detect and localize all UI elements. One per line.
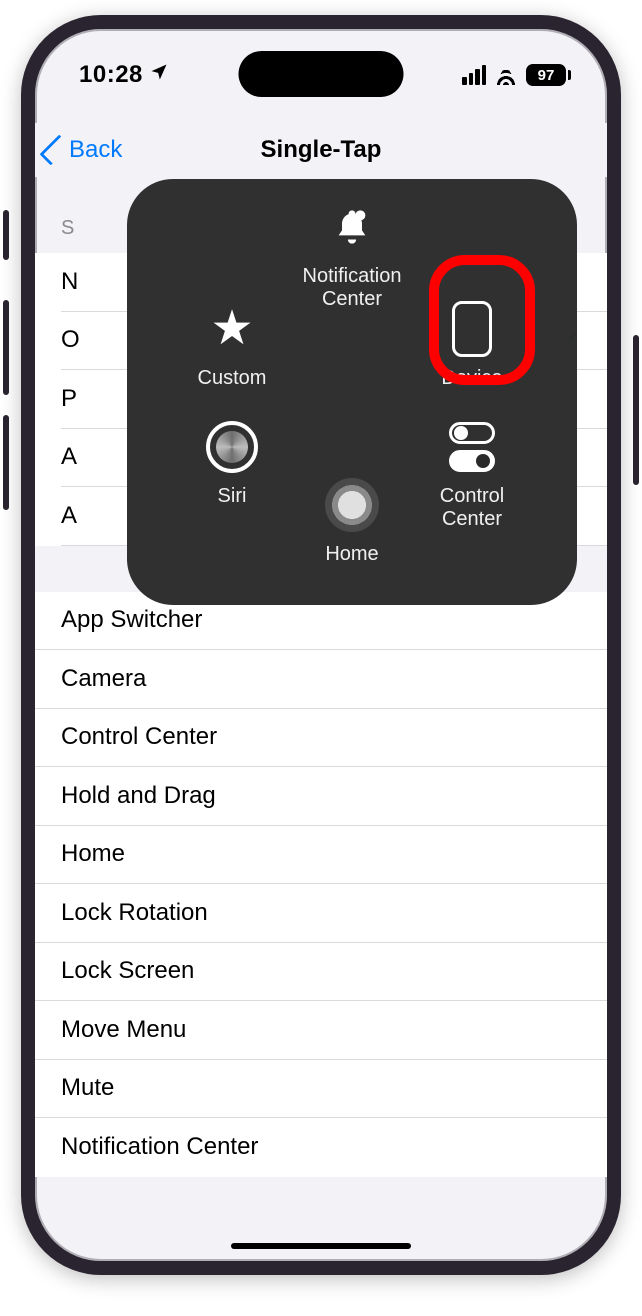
atouch-control-center[interactable]: Control Center bbox=[417, 419, 527, 531]
list-item[interactable]: Camera bbox=[35, 650, 607, 709]
list-item[interactable]: Hold and Drag bbox=[35, 767, 607, 826]
list-item[interactable]: Control Center bbox=[35, 709, 607, 768]
bell-icon bbox=[324, 199, 380, 255]
page-title: Single-Tap bbox=[261, 136, 382, 164]
list-item[interactable]: Home bbox=[35, 826, 607, 885]
atouch-home[interactable]: Home bbox=[297, 477, 407, 566]
location-arrow-icon bbox=[149, 62, 169, 88]
phone-outline-icon bbox=[444, 301, 500, 357]
cellular-signal-icon bbox=[462, 65, 486, 85]
home-indicator[interactable] bbox=[231, 1243, 411, 1249]
section-header: S bbox=[61, 217, 75, 240]
volume-up-button bbox=[3, 300, 9, 395]
atouch-label: Device bbox=[441, 367, 502, 390]
atouch-siri[interactable]: Siri bbox=[177, 419, 287, 508]
battery-indicator: 97 bbox=[526, 64, 571, 86]
list-item[interactable]: Lock Screen bbox=[35, 943, 607, 1002]
navigation-bar: Back Single-Tap bbox=[35, 123, 607, 177]
atouch-device[interactable]: Device bbox=[417, 301, 527, 390]
side-button bbox=[633, 335, 639, 485]
mute-switch bbox=[3, 210, 9, 260]
atouch-label: Siri bbox=[218, 485, 247, 508]
siri-icon bbox=[204, 419, 260, 475]
back-label: Back bbox=[69, 136, 122, 164]
list-item[interactable]: Mute bbox=[35, 1060, 607, 1119]
home-button-icon bbox=[324, 477, 380, 533]
status-time: 10:28 bbox=[79, 61, 143, 89]
volume-down-button bbox=[3, 415, 9, 510]
list-item[interactable]: Notification Center bbox=[35, 1118, 607, 1177]
atouch-label: Custom bbox=[198, 367, 267, 390]
atouch-notification-center[interactable]: Notification Center bbox=[297, 199, 407, 311]
star-icon: ★ bbox=[204, 301, 260, 357]
dynamic-island bbox=[239, 51, 404, 97]
atouch-label: Home bbox=[325, 543, 378, 566]
assistivetouch-menu: Notification Center ★ Custom Device Siri… bbox=[127, 179, 577, 605]
iphone-frame: 10:28 97 Back Single-Tap S N O✓ P A bbox=[21, 15, 621, 1275]
list-item[interactable]: Lock Rotation bbox=[35, 884, 607, 943]
atouch-custom[interactable]: ★ Custom bbox=[177, 301, 287, 390]
toggles-icon bbox=[444, 419, 500, 475]
list-item[interactable]: Move Menu bbox=[35, 1001, 607, 1060]
atouch-label: Control Center bbox=[417, 485, 527, 531]
atouch-label: Notification Center bbox=[297, 265, 407, 311]
back-button[interactable]: Back bbox=[47, 136, 122, 164]
wifi-icon bbox=[494, 65, 518, 85]
chevron-left-icon bbox=[39, 134, 70, 165]
